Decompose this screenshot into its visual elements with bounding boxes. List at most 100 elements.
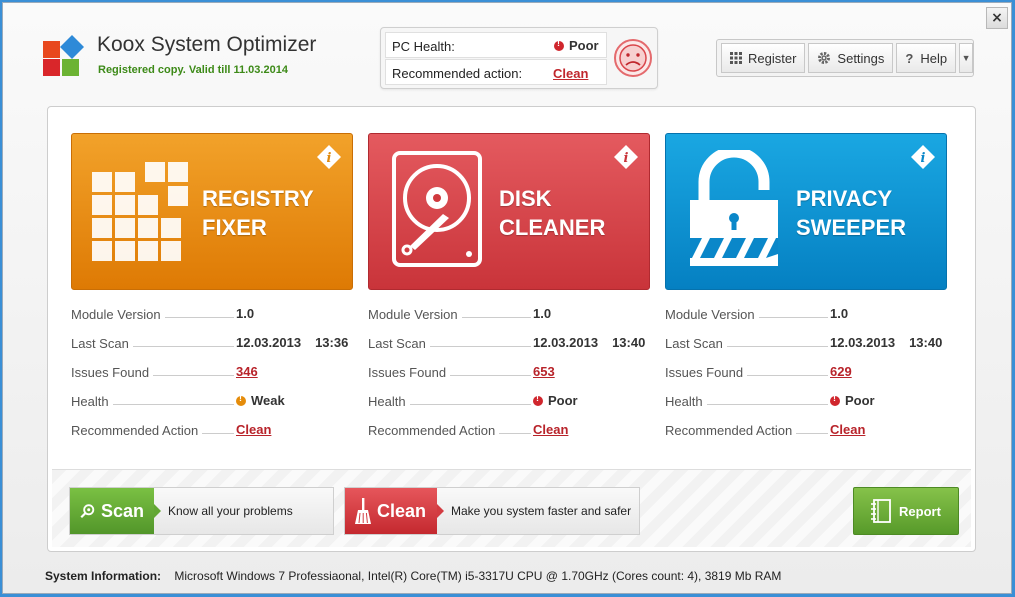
recommended-action-link[interactable]: Clean xyxy=(830,422,866,437)
last-scan-date: 12.03.2013 xyxy=(236,335,302,350)
scan-action[interactable]: Scan Know all your problems xyxy=(69,487,334,535)
registry-fixer-tile[interactable]: REGISTRY FIXER i xyxy=(71,133,353,290)
health-text: Poor xyxy=(845,393,875,408)
pc-health-text: Poor xyxy=(569,38,599,53)
clean-button[interactable]: Clean xyxy=(345,488,444,534)
module-version-value: 1.0 xyxy=(533,306,552,321)
issues-found-label: Issues Found xyxy=(368,365,451,380)
app-title: Koox System Optimizer xyxy=(97,33,317,56)
stat-row: Last Scan 12.03.2013 13:40 xyxy=(368,332,653,361)
notebook-icon xyxy=(871,499,891,523)
stat-row: Recommended Action Clean xyxy=(71,419,356,448)
recommended-action-label: Recommended Action xyxy=(665,423,797,438)
hard-disk-icon xyxy=(392,151,482,267)
stat-row: Health Poor xyxy=(665,390,950,419)
recommended-action-label: Recommended Action xyxy=(71,423,203,438)
system-information-value: Microsoft Windows 7 Professiaonal, Intel… xyxy=(174,569,782,583)
registry-fixer-title: REGISTRY FIXER xyxy=(202,184,314,242)
info-icon[interactable]: i xyxy=(316,144,342,170)
info-icon[interactable]: i xyxy=(910,144,936,170)
warning-icon xyxy=(533,393,543,406)
last-scan-value: 12.03.2013 13:36 xyxy=(236,335,349,350)
toolbar-dropdown-button[interactable]: ▼ xyxy=(959,43,973,73)
help-button[interactable]: ? Help xyxy=(896,43,957,73)
svg-text:i: i xyxy=(624,151,629,166)
broom-icon xyxy=(355,498,371,524)
app-logo xyxy=(43,35,84,76)
health-text: Weak xyxy=(251,393,285,408)
stat-row: Health Weak xyxy=(71,390,356,419)
last-scan-value: 12.03.2013 13:40 xyxy=(830,335,943,350)
privacy-sweeper-tile[interactable]: PRIVACY SWEEPER i xyxy=(665,133,947,290)
close-icon: × xyxy=(991,10,1003,26)
register-button[interactable]: Register xyxy=(721,43,806,73)
registration-status: Registered copy. Valid till 11.03.2014 xyxy=(98,64,288,76)
settings-button[interactable]: Settings xyxy=(808,43,894,73)
padlock-icon xyxy=(690,150,778,266)
stat-row: Last Scan 12.03.2013 13:40 xyxy=(665,332,950,361)
issues-found-label: Issues Found xyxy=(71,365,154,380)
info-icon[interactable]: i xyxy=(613,144,639,170)
recommended-action-link[interactable]: Clean xyxy=(553,66,588,81)
privacy-sweeper-stats: Module Version 1.0 Last Scan 12.03.2013 … xyxy=(665,303,950,448)
last-scan-label: Last Scan xyxy=(665,336,727,351)
top-toolbar: Register Settings ? Help ▼ xyxy=(716,39,974,77)
pc-health-box: PC Health: Poor Recommended action: Clea… xyxy=(380,27,658,89)
last-scan-date: 12.03.2013 xyxy=(533,335,599,350)
help-label: Help xyxy=(920,50,948,66)
clean-label: Clean xyxy=(377,500,427,521)
scan-button[interactable]: Scan xyxy=(70,488,161,534)
system-information-label: System Information: xyxy=(45,569,162,583)
warning-icon xyxy=(554,38,564,51)
disk-cleaner-title: DISK CLEANER xyxy=(499,184,605,242)
module-version-value: 1.0 xyxy=(830,306,849,321)
health-label: Health xyxy=(368,394,410,409)
issues-found-link[interactable]: 653 xyxy=(533,364,555,379)
stat-row: Issues Found 653 xyxy=(368,361,653,390)
tile-title-line: DISK xyxy=(499,186,552,211)
disk-cleaner-stats: Module Version 1.0 Last Scan 12.03.2013 … xyxy=(368,303,653,448)
pc-health-label: PC Health: xyxy=(392,39,455,54)
stat-row: Module Version 1.0 xyxy=(665,303,950,332)
stat-row: Module Version 1.0 xyxy=(368,303,653,332)
main-window: × Koox System Optimizer Registered copy.… xyxy=(2,2,1012,594)
privacy-sweeper-title: PRIVACY SWEEPER xyxy=(796,184,906,242)
close-button[interactable]: × xyxy=(986,7,1008,29)
svg-text:i: i xyxy=(327,151,332,166)
tile-title-line: FIXER xyxy=(202,215,267,240)
settings-label: Settings xyxy=(837,50,885,66)
recommended-action-link[interactable]: Clean xyxy=(236,422,272,437)
recommended-action-label: Recommended action: xyxy=(392,66,523,81)
grid-icon xyxy=(730,52,742,64)
warning-icon xyxy=(236,393,246,406)
issues-found-link[interactable]: 346 xyxy=(236,364,258,379)
last-scan-label: Last Scan xyxy=(368,336,430,351)
last-scan-time: 13:40 xyxy=(612,335,646,350)
disk-cleaner-tile[interactable]: DISK CLEANER i xyxy=(368,133,650,290)
module-version-label: Module Version xyxy=(368,307,462,322)
clean-action[interactable]: Clean Make you system faster and safer xyxy=(344,487,640,535)
last-scan-time: 13:36 xyxy=(315,335,349,350)
pc-health-row: PC Health: Poor xyxy=(385,32,607,58)
chevron-down-icon: ▼ xyxy=(961,53,971,63)
module-version-value: 1.0 xyxy=(236,306,255,321)
tile-title-line: CLEANER xyxy=(499,215,606,240)
stat-row: Issues Found 346 xyxy=(71,361,356,390)
issues-found-link[interactable]: 629 xyxy=(830,364,852,379)
clean-description: Make you system faster and safer xyxy=(451,504,632,518)
module-version-label: Module Version xyxy=(665,307,759,322)
registry-fixer-stats: Module Version 1.0 Last Scan 12.03.2013 … xyxy=(71,303,356,448)
health-text: Poor xyxy=(548,393,578,408)
module-version-label: Module Version xyxy=(71,307,165,322)
report-button[interactable]: Report xyxy=(853,487,959,535)
stat-row: Module Version 1.0 xyxy=(71,303,356,332)
registry-blocks-icon xyxy=(92,162,188,261)
report-label: Report xyxy=(899,503,941,519)
stat-row: Recommended Action Clean xyxy=(665,419,950,448)
last-scan-time: 13:40 xyxy=(909,335,943,350)
system-information: System Information: Microsoft Windows 7 … xyxy=(45,569,781,583)
last-scan-date: 12.03.2013 xyxy=(830,335,896,350)
recommended-action-link[interactable]: Clean xyxy=(533,422,569,437)
health-value: Poor xyxy=(533,393,578,408)
svg-text:i: i xyxy=(921,151,926,166)
